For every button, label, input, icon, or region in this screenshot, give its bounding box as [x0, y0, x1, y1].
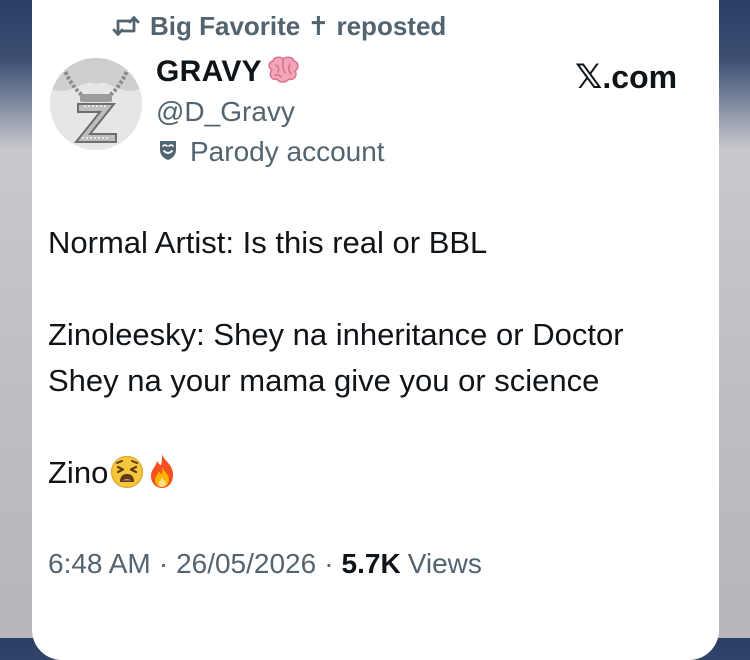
parody-label-text: Parody account: [190, 136, 385, 167]
parody-mask-icon: [158, 136, 178, 168]
meta-separator: ·: [324, 548, 334, 579]
author-handle[interactable]: @D_Gravy: [156, 96, 295, 128]
tweet-line-text: Zino: [48, 455, 109, 490]
tweet-line-last: Zino: [48, 450, 708, 502]
repost-header[interactable]: Big Favorite ✝ reposted: [112, 10, 446, 42]
views-count[interactable]: 5.7K: [342, 548, 401, 580]
x-logo-icon: 𝕏: [575, 58, 603, 96]
xcom-logo[interactable]: 𝕏 .com: [575, 57, 677, 97]
weary-face-icon: [110, 455, 144, 502]
display-name-row[interactable]: GRAVY: [156, 55, 300, 89]
repost-icon: [112, 15, 140, 37]
xcom-domain: .com: [602, 59, 678, 95]
brain-icon: [266, 56, 300, 89]
views-label[interactable]: Views: [408, 548, 482, 580]
repost-text: Big Favorite ✝ reposted: [150, 10, 447, 41]
tweet-date[interactable]: 26/05/2026: [176, 548, 316, 580]
display-name: GRAVY: [156, 55, 262, 88]
fire-icon: [146, 453, 178, 502]
tweet-line: Zinoleesky: Shey na inheritance or Docto…: [48, 317, 624, 352]
avatar-image: [50, 58, 142, 150]
tweet-line: Normal Artist: Is this real or BBL: [48, 225, 488, 260]
meta-separator: ·: [158, 548, 169, 579]
tweet-body: Normal Artist: Is this real or BBL Zinol…: [48, 220, 708, 502]
tweet-meta: 6:48 AM · 26/05/2026 · 5.7K Views: [48, 548, 482, 580]
parody-label: Parody account: [158, 136, 385, 168]
avatar[interactable]: [50, 58, 142, 150]
tweet-time[interactable]: 6:48 AM: [48, 548, 151, 580]
tweet-line: Shey na your mama give you or science: [48, 363, 600, 398]
